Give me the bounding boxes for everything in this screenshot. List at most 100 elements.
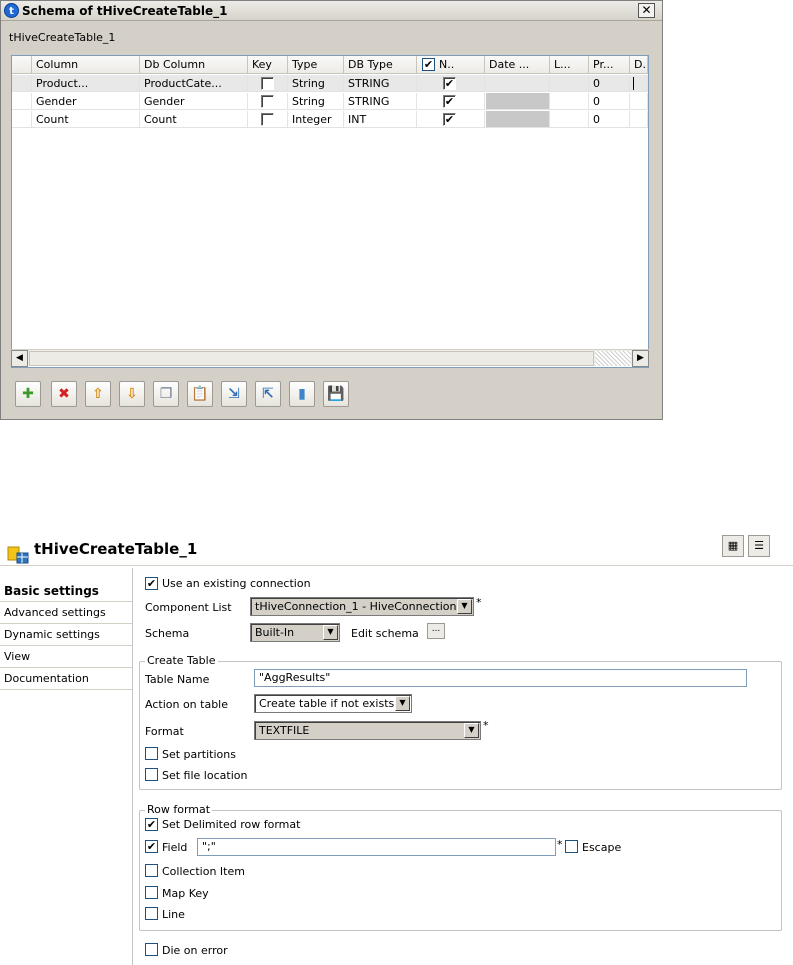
table-cell[interactable]: 0 [589,93,630,110]
table-cell[interactable]: ✔ [417,75,485,92]
table-cell[interactable] [485,111,550,128]
table-cell[interactable] [485,75,550,92]
field-input[interactable]: ";" [197,838,556,856]
table-cell[interactable]: ProductCate... [140,75,248,92]
table-cell[interactable]: Count [32,111,140,128]
chevron-down-icon: ▼ [464,723,479,738]
nullable-checkbox[interactable]: ✔ [443,113,456,126]
die-on-error-checkbox[interactable] [145,943,158,956]
table-cell[interactable] [630,111,648,128]
table-cell[interactable] [550,93,589,110]
table-cell[interactable]: INT [344,111,417,128]
chevron-down-icon: ▼ [323,625,338,640]
table-cell[interactable]: STRING [344,93,417,110]
scroll-right-icon[interactable]: ▶ [632,350,649,367]
action-on-table-value: Create table if not exists [259,697,395,710]
row-selector[interactable] [12,111,32,128]
sidebar-item-basic-settings[interactable]: Basic settings [0,580,133,602]
copy-button[interactable]: ❐ [153,381,179,407]
save-button[interactable]: 💾 [323,381,349,407]
table-cell[interactable]: Product... [32,75,140,92]
table-cell[interactable] [248,111,288,128]
table-row[interactable]: Product... ProductCate... String STRING ✔ 0 [12,75,648,92]
table-cell[interactable] [630,93,648,110]
column-header[interactable]: Column [32,56,140,74]
table-cell[interactable] [630,75,648,92]
escape-checkbox[interactable] [565,840,578,853]
export-button[interactable]: ⇱ [255,381,281,407]
import-button[interactable]: ⇲ [221,381,247,407]
list-view-icon[interactable]: ☰ [748,535,770,557]
table-cell[interactable]: STRING [344,75,417,92]
column-header[interactable]: D.. [630,56,648,74]
sidebar-item-advanced-settings[interactable]: Advanced settings [0,602,133,624]
horizontal-scrollbar[interactable]: ◀ ▶ [11,349,649,367]
table-cell[interactable] [550,75,589,92]
table-cell[interactable]: String [288,93,344,110]
sidebar-item-view[interactable]: View [0,646,133,668]
schema-table[interactable]: Column Db Column Key Type DB Type N.. ✔ Date ..… [11,55,649,368]
nullable-checkbox[interactable]: ✔ [443,95,456,108]
table-cell[interactable]: Gender [32,93,140,110]
grid-view-icon[interactable]: ▦ [722,535,744,557]
row-selector-header [12,56,32,74]
action-on-table-select[interactable]: Create table if not exists ▼ [254,694,412,713]
use-existing-connection-checkbox[interactable]: ✔ [145,577,158,590]
table-cell[interactable]: Gender [140,93,248,110]
map-key-checkbox[interactable] [145,886,158,899]
column-header[interactable]: Pr... [589,56,630,74]
table-cell[interactable]: 0 [589,111,630,128]
key-checkbox[interactable] [261,77,274,90]
table-row[interactable]: Gender Gender String STRING ✔ 0 [12,93,648,110]
sidebar-item-documentation[interactable]: Documentation [0,668,133,690]
nullable-all-checkbox[interactable]: ✔ [422,58,435,71]
column-header[interactable]: Type [288,56,344,74]
column-header[interactable]: Date ... [485,56,550,74]
row-selector[interactable] [12,93,32,110]
table-name-input[interactable]: "AggResults" [254,669,747,687]
table-cell[interactable]: Count [140,111,248,128]
set-delimited-checkbox[interactable]: ✔ [145,818,158,831]
table-cell[interactable] [550,111,589,128]
table-cell[interactable]: 0 [589,75,630,92]
close-icon[interactable]: ✕ [638,3,655,18]
table-cell[interactable]: Integer [288,111,344,128]
paste-button[interactable]: 📋 [187,381,213,407]
component-list-select[interactable]: tHiveConnection_1 - HiveConnection ▼ [250,597,474,616]
set-file-location-checkbox[interactable] [145,768,158,781]
schema-select[interactable]: Built-In ▼ [250,623,340,642]
scroll-thumb[interactable] [29,351,594,366]
add-button[interactable]: ✚ [15,381,41,407]
sidebar-item-dynamic-settings[interactable]: Dynamic settings [0,624,133,646]
chevron-down-icon: ▼ [395,696,410,711]
table-cell[interactable] [248,75,288,92]
table-cell[interactable]: ✔ [417,111,485,128]
line-checkbox[interactable] [145,907,158,920]
column-header[interactable]: Db Column [140,56,248,74]
row-selector[interactable] [12,75,32,92]
scroll-track[interactable] [595,351,631,366]
scroll-left-icon[interactable]: ◀ [11,350,28,367]
table-cell[interactable] [248,93,288,110]
table-cell[interactable]: String [288,75,344,92]
move-up-button[interactable]: ⇧ [85,381,111,407]
column-header[interactable]: Key [248,56,288,74]
key-checkbox[interactable] [261,95,274,108]
edit-schema-button[interactable]: ... [427,623,445,639]
set-partitions-checkbox[interactable] [145,747,158,760]
format-select[interactable]: TEXTFILE ▼ [254,721,481,740]
required-marker: * [476,596,482,609]
column-header[interactable]: DB Type [344,56,417,74]
column-header[interactable]: N.. ✔ [417,56,485,74]
move-down-button[interactable]: ⇩ [119,381,145,407]
table-cell[interactable]: ✔ [417,93,485,110]
repository-button[interactable]: ▮ [289,381,315,407]
key-checkbox[interactable] [261,113,274,126]
nullable-checkbox[interactable]: ✔ [443,77,456,90]
delete-button[interactable]: ✖ [51,381,77,407]
table-row[interactable]: Count Count Integer INT ✔ 0 [12,111,648,128]
field-checkbox[interactable]: ✔ [145,840,158,853]
table-cell[interactable] [485,93,550,110]
column-header[interactable]: L... [550,56,589,74]
collection-item-checkbox[interactable] [145,864,158,877]
